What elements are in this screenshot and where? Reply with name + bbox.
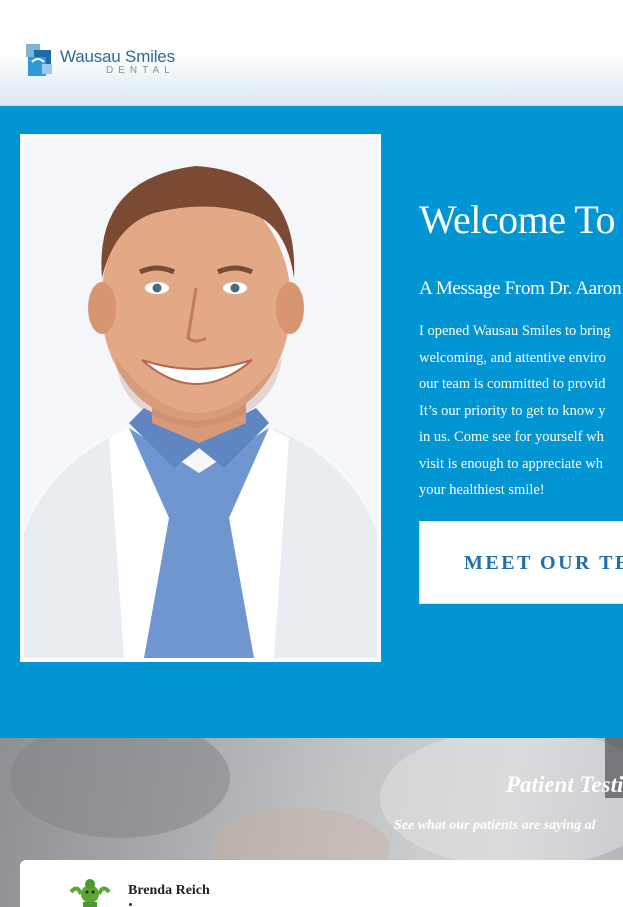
welcome-body-line: in us. Come see for yourself wh [419,429,604,445]
welcome-section: Welcome To A Message From Dr. Aaron I op… [0,106,623,738]
welcome-body-line: welcoming, and attentive enviro [419,349,606,366]
reviewer-name: Brenda Reich [128,883,210,898]
doctor-photo-frame [20,134,381,662]
review-card: Brenda Reich [20,860,623,907]
testimonials-section: Patient Testi See what our patients are … [0,738,623,907]
welcome-body-line: visit is enough to appreciate wh [419,455,604,472]
welcome-body: I opened Wausau Smiles to bring welcomin… [419,318,623,504]
site-header: Wausau Smiles DENTAL [0,0,623,106]
welcome-body-line: our team is committed to provid [419,376,606,392]
logo-subtitle: DENTAL [106,65,175,76]
site-logo[interactable]: Wausau Smiles DENTAL [24,42,184,84]
meet-our-team-button[interactable]: MEET OUR TEA [419,521,623,604]
welcome-subtitle: A Message From Dr. Aaron [419,278,622,299]
welcome-body-line: your healthiest smile! [419,482,545,498]
welcome-title: Welcome To [419,197,615,242]
welcome-body-line: It’s our priority to get to know y [419,402,606,419]
logo-name: Wausau Smiles [60,47,175,66]
logo-mark-icon [26,44,52,76]
meet-our-team-label: MEET OUR TEA [464,552,623,574]
reviewer-avatar-icon [69,879,111,907]
testimonials-subtitle: See what our patients are saying al [394,818,596,833]
doctor-photo [24,138,377,658]
testimonials-title: Patient Testi [506,772,623,797]
review-rating-star-icon [129,903,132,906]
welcome-body-line: I opened Wausau Smiles to bring [419,323,611,339]
